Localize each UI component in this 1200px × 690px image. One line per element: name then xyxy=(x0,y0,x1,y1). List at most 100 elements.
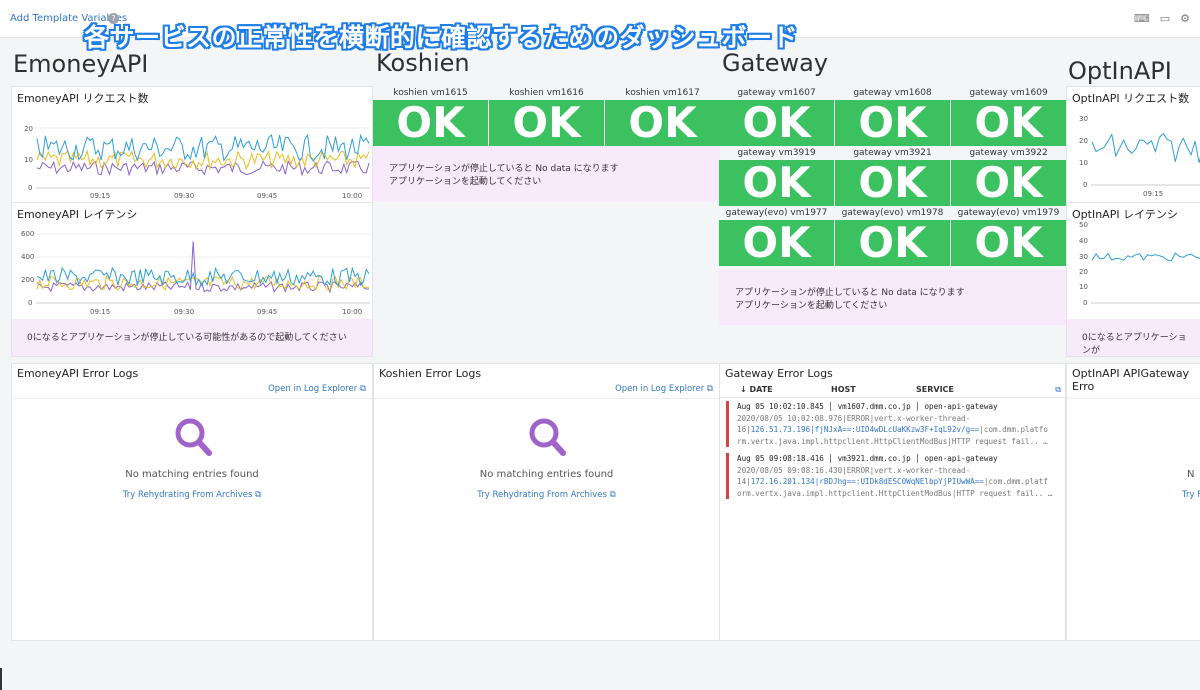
series-line-blue xyxy=(1091,132,1200,163)
optin-note: 0になるとアプリケーションが xyxy=(1067,319,1200,356)
y-tick: 10 xyxy=(24,156,33,164)
koshien-status-cell: koshien vm1616 OK xyxy=(489,86,604,146)
note-text: 0になるとアプリケーションが xyxy=(1082,333,1187,356)
y-tick: 0 xyxy=(1083,181,1087,189)
open-log-explorer-link[interactable]: Open in Log Explorer ⧉ xyxy=(615,384,713,394)
gateway-status-cell: gateway(evo) vm1979 OK xyxy=(951,206,1066,266)
optin-request-chart: 30 20 10 0 09:15 xyxy=(1079,115,1200,198)
y-tick: 10 xyxy=(1079,159,1088,167)
note-text: アプリケーションが停止していると No data になります xyxy=(389,164,619,174)
y-tick: 400 xyxy=(21,253,34,261)
y-tick: 20 xyxy=(1079,137,1088,145)
external-link-icon: ⧉ xyxy=(609,490,616,500)
log-ip: 172.16.201.134|rBDJhg==:UIDk8dESC0WqNElb… xyxy=(750,477,984,486)
gateway-note: アプリケーションが停止していると No data になります アプリケーションを… xyxy=(719,270,1066,325)
log-message: 2020/08/05 10:02:08.976|ERROR|vert.x-wor… xyxy=(737,413,971,423)
x-tick: 09:15 xyxy=(90,192,110,200)
ok-status: OK xyxy=(373,100,488,146)
rehydrate-link[interactable]: Try Rehydrating From Archives ⧉ xyxy=(374,490,719,500)
empty-message: No matching entries found xyxy=(125,469,259,480)
rehydrate-label: Try Rehydrating From Archives xyxy=(477,490,607,500)
y-tick: 20 xyxy=(1079,268,1088,276)
group-title-optin: OptInAPI xyxy=(1068,57,1172,85)
log-message: 14| xyxy=(737,477,751,486)
series-line-blue xyxy=(1091,252,1200,262)
open-log-explorer-label: Open in Log Explorer xyxy=(268,384,358,394)
log-message: 2020/08/05 09:08:16.430|ERROR|vert.x-wor… xyxy=(737,465,971,475)
keyboard-icon[interactable]: ⌨ xyxy=(1134,12,1150,25)
log-message: orm.vertx.java.impl.httpclient.HttpClien… xyxy=(737,488,1053,498)
divider xyxy=(12,398,372,399)
gear-icon[interactable]: ⚙ xyxy=(1180,12,1190,25)
y-tick: 20 xyxy=(24,125,33,133)
open-log-explorer-link[interactable]: Open in Log Explorer ⧉ xyxy=(268,384,366,394)
log-table-header: ↓ DATE HOST SERVICE ⧉ xyxy=(720,382,1065,398)
divider xyxy=(374,398,719,399)
external-link-icon: ⧉ xyxy=(359,384,366,394)
optin-logs-title: OptInAPI APIGateway Erro xyxy=(1072,367,1190,393)
col-date[interactable]: ↓ DATE xyxy=(740,385,773,394)
log-ip: 126.51.73.196|fjNJxA==:UID4wDLcUaKKzw3F+… xyxy=(750,425,980,434)
optin-latency-chart: 50 40 30 20 10 0 xyxy=(1079,221,1200,307)
x-tick: 09:30 xyxy=(174,308,194,316)
note-text: アプリケーションを起動してください xyxy=(389,177,542,187)
y-tick: 0 xyxy=(28,299,32,307)
ok-status: OK xyxy=(719,100,834,146)
ok-status: OK xyxy=(951,160,1066,206)
ok-status: OK xyxy=(489,100,604,146)
emoney-request-panel: EmoneyAPI リクエスト数 20 10 0 09:15 09:30 09:… xyxy=(11,86,373,203)
top-icons: ⌨ ▭ ⚙ xyxy=(1134,12,1190,25)
magnifier-icon xyxy=(529,418,566,456)
group-title-gateway: Gateway xyxy=(722,49,829,77)
rehydrate-link[interactable]: Try Rehydrating From Archives ⧉ xyxy=(12,490,372,500)
gateway-status-cell: gateway vm3921 OK xyxy=(835,146,950,206)
log-message: rm.vertx.java.impl.httpclient.HttpClient… xyxy=(737,436,1048,446)
ok-status: OK xyxy=(835,220,950,266)
external-link-icon: ⧉ xyxy=(255,490,262,500)
koshien-note: アプリケーションが停止していると No data になります アプリケーションを… xyxy=(373,146,720,202)
ok-status: OK xyxy=(951,100,1066,146)
rehydrate-link-partial[interactable]: Try F xyxy=(1182,490,1200,500)
log-entry[interactable]: Aug 05 10:02:10.845 │ vm1607.dmm.co.jp │… xyxy=(726,401,1060,447)
log-message: |com.dmm.platfo xyxy=(979,425,1048,434)
y-tick: 0 xyxy=(28,184,32,192)
ok-status: OK xyxy=(951,220,1066,266)
note-text: アプリケーションが停止していると No data になります xyxy=(735,288,965,298)
monitor-icon[interactable]: ▭ xyxy=(1160,12,1170,25)
col-host[interactable]: HOST xyxy=(831,385,856,394)
empty-message: No matching entries found xyxy=(479,469,614,480)
gateway-status-cell: gateway(evo) vm1977 OK xyxy=(719,206,834,266)
log-message: 16| xyxy=(737,425,751,434)
gateway-status-cell: gateway(evo) vm1978 OK xyxy=(835,206,950,266)
x-tick: 09:45 xyxy=(257,192,277,200)
group-title-emoney: EmoneyAPI xyxy=(13,50,149,78)
emoney-request-chart: 20 10 0 09:15 09:30 09:45 10:00 xyxy=(24,125,370,200)
x-tick: 09:45 xyxy=(257,308,277,316)
y-tick: 50 xyxy=(1079,221,1088,229)
note-text: 0になるとアプリケーションが停止している可能性があるので起動してください xyxy=(27,333,347,343)
gateway-status-cell: gateway vm3919 OK xyxy=(719,146,834,206)
emoney-logs-title: EmoneyAPI Error Logs xyxy=(17,367,139,380)
koshien-status-cell: koshien vm1617 OK xyxy=(605,86,720,146)
x-tick: 10:00 xyxy=(342,192,362,200)
series-line-blue xyxy=(36,133,370,162)
gateway-status-cell: gateway vm1607 OK xyxy=(719,86,834,146)
col-service[interactable]: SERVICE xyxy=(916,385,954,394)
log-meta: Aug 05 09:08:18.416 │ vm3921.dmm.co.jp │… xyxy=(737,454,998,463)
log-entry[interactable]: Aug 05 09:08:18.416 │ vm3921.dmm.co.jp │… xyxy=(726,453,1060,499)
gateway-status-cell: gateway vm3922 OK xyxy=(951,146,1066,206)
gateway-logs-title: Gateway Error Logs xyxy=(725,367,833,380)
group-title-koshien: Koshien xyxy=(376,49,470,77)
koshien-logs-title: Koshien Error Logs xyxy=(379,367,482,380)
y-tick: 40 xyxy=(1079,237,1088,245)
external-link-icon[interactable]: ⧉ xyxy=(1055,385,1061,395)
optin-latency-panel: OptInAPI レイテンシ 50 40 30 20 10 0 0になるとアプリ… xyxy=(1066,202,1200,357)
ok-status: OK xyxy=(719,220,834,266)
empty-message-partial: N xyxy=(1187,469,1195,480)
x-tick: 10:00 xyxy=(342,308,362,316)
optin-request-panel: OptInAPI リクエスト数 30 20 10 0 09:15 xyxy=(1066,86,1200,203)
koshien-status-cell: koshien vm1615 OK xyxy=(373,86,488,146)
y-tick: 0 xyxy=(1083,299,1087,307)
emoney-latency-panel: EmoneyAPI レイテンシ 600 400 200 0 09:15 09:3… xyxy=(11,202,373,357)
open-log-explorer-label: Open in Log Explorer xyxy=(615,384,705,394)
